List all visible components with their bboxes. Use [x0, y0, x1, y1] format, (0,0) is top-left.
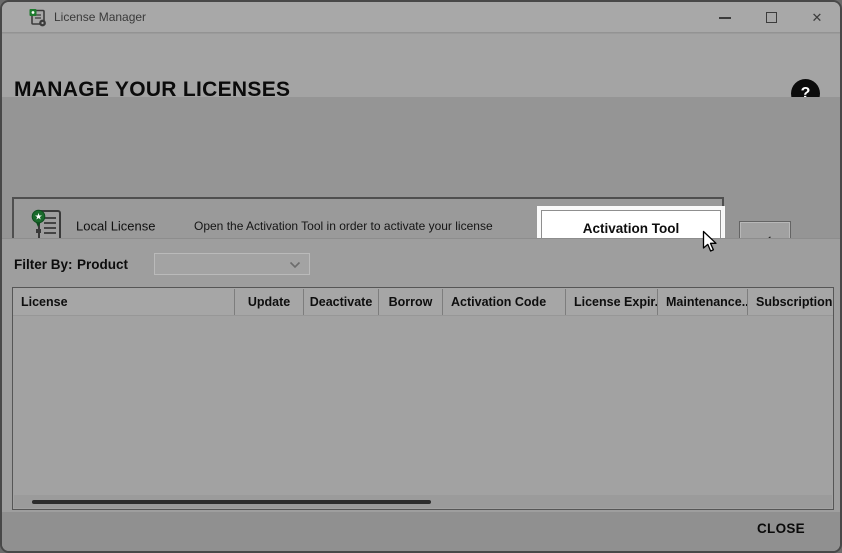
maximize-button[interactable]: [748, 2, 794, 33]
license-manager-window: License Manager ✕ MANAGE YOUR LICENSES ?: [0, 0, 842, 553]
column-header-license[interactable]: License: [13, 289, 235, 315]
column-header-subscription[interactable]: Subscription ...: [748, 289, 833, 315]
local-license-description: Open the Activation Tool in order to act…: [194, 219, 493, 233]
column-header-activation-code[interactable]: Activation Code: [443, 289, 566, 315]
filter-field-label: Product: [77, 257, 128, 272]
product-filter-dropdown[interactable]: [154, 253, 310, 275]
window-controls: ✕: [702, 2, 840, 33]
license-app-icon: [28, 8, 47, 27]
close-icon: ✕: [812, 11, 823, 24]
column-header-deactivate[interactable]: Deactivate: [304, 289, 379, 315]
close-window-button[interactable]: ✕: [794, 2, 840, 33]
filter-by-label: Filter By:: [14, 257, 73, 272]
license-table: License Update Deactivate Borrow Activat…: [12, 287, 834, 510]
mouse-cursor-icon: [702, 230, 719, 253]
table-body-empty: [13, 316, 833, 495]
dropdown-selected-value: [155, 257, 161, 271]
table-header-row: License Update Deactivate Borrow Activat…: [13, 288, 833, 316]
column-header-borrow[interactable]: Borrow: [379, 289, 443, 315]
minimize-button[interactable]: [702, 2, 748, 33]
column-header-update[interactable]: Update: [235, 289, 304, 315]
column-header-license-expiration[interactable]: License Expir...: [566, 289, 658, 315]
maximize-icon: [766, 12, 777, 23]
horizontal-scrollbar-thumb[interactable]: [32, 500, 431, 504]
horizontal-scrollbar-track[interactable]: [14, 495, 832, 508]
header-band: MANAGE YOUR LICENSES ?: [2, 34, 840, 97]
window-title: License Manager: [54, 2, 146, 33]
svg-text:★: ★: [34, 211, 42, 221]
chevron-down-icon: [289, 261, 301, 269]
column-header-maintenance[interactable]: Maintenance...: [658, 289, 748, 315]
license-sections-band: ★ Local License Open the Activation Tool…: [2, 97, 840, 238]
footer-bar: [2, 512, 840, 553]
local-license-label: Local License: [76, 218, 156, 233]
titlebar: License Manager ✕: [2, 2, 840, 33]
close-dialog-button[interactable]: CLOSE: [757, 521, 805, 536]
minimize-icon: [719, 17, 731, 19]
